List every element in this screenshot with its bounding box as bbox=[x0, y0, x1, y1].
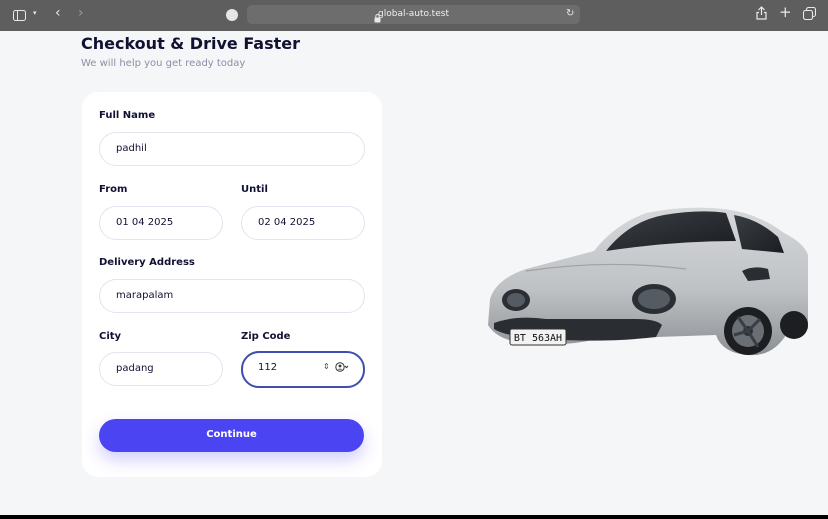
until-date-value: 02 04 2025 bbox=[258, 217, 316, 228]
city-label: City bbox=[99, 331, 122, 342]
zip-code-value: 112 bbox=[258, 362, 278, 373]
reload-icon[interactable]: ↻ bbox=[566, 9, 574, 19]
continue-button[interactable]: Continue bbox=[99, 419, 364, 452]
chevron-down-icon[interactable]: ▾ bbox=[33, 10, 37, 17]
favicon-icon bbox=[226, 8, 238, 24]
full-name-field[interactable]: padhil bbox=[99, 132, 365, 166]
bottom-edge bbox=[0, 515, 828, 519]
checkout-page: Checkout & Drive Faster We will help you… bbox=[0, 31, 828, 515]
delivery-address-value: marapalam bbox=[116, 290, 174, 301]
delivery-address-field[interactable]: marapalam bbox=[99, 279, 365, 313]
plus-icon[interactable]: + bbox=[779, 5, 792, 20]
forward-icon[interactable]: › bbox=[78, 6, 84, 20]
page-subtitle: We will help you get ready today bbox=[81, 58, 246, 69]
autofill-contact-icon[interactable] bbox=[335, 362, 349, 374]
zip-code-field[interactable]: 112 ⇕ bbox=[241, 351, 365, 388]
full-name-label: Full Name bbox=[99, 110, 156, 121]
full-name-value: padhil bbox=[116, 143, 147, 154]
from-label: From bbox=[99, 184, 128, 195]
zip-code-label: Zip Code bbox=[241, 331, 291, 342]
sidebar-icon[interactable] bbox=[13, 8, 26, 24]
city-field[interactable]: padang bbox=[99, 352, 223, 386]
address-bar[interactable]: global-auto.test ↻ bbox=[247, 5, 580, 24]
until-date-field[interactable]: 02 04 2025 bbox=[241, 206, 365, 240]
city-value: padang bbox=[116, 363, 154, 374]
continue-button-label: Continue bbox=[206, 429, 257, 440]
browser-toolbar: ▾ ‹ › global-auto.test ↻ + bbox=[0, 0, 828, 31]
tabs-overview-icon[interactable] bbox=[802, 6, 817, 23]
car-image: BT 563AH bbox=[488, 207, 808, 356]
url-text: global-auto.test bbox=[378, 9, 449, 19]
until-label: Until bbox=[241, 184, 268, 195]
back-icon[interactable]: ‹ bbox=[55, 6, 61, 20]
number-stepper-icon[interactable]: ⇕ bbox=[323, 362, 330, 371]
from-date-field[interactable]: 01 04 2025 bbox=[99, 206, 223, 240]
share-icon[interactable] bbox=[756, 6, 767, 23]
from-date-value: 01 04 2025 bbox=[116, 217, 174, 228]
delivery-address-label: Delivery Address bbox=[99, 257, 195, 268]
page-title: Checkout & Drive Faster bbox=[81, 34, 301, 53]
license-plate-text: BT 563AH bbox=[514, 333, 562, 344]
